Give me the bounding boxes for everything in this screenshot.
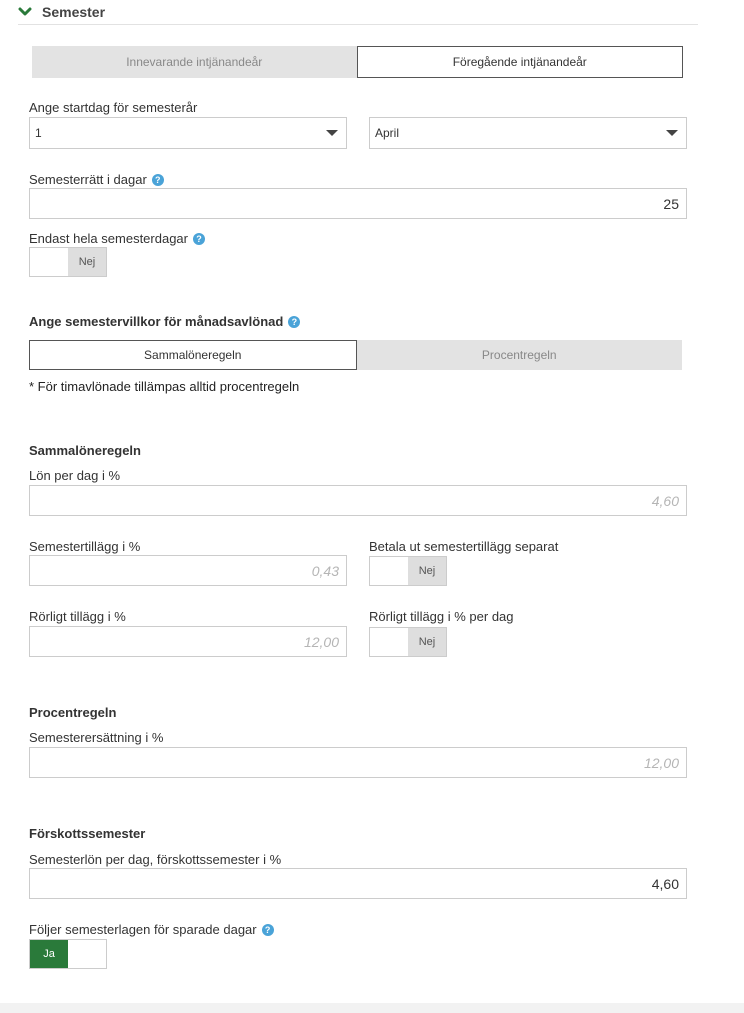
supplement-input[interactable]: 0,43 xyxy=(29,555,347,586)
vacation-days-label: Semesterrätt i dagar ? xyxy=(29,172,164,187)
help-circle-icon[interactable]: ? xyxy=(261,923,274,936)
vacation-days-input[interactable]: 25 xyxy=(29,188,687,219)
vacation-days-label-text: Semesterrätt i dagar xyxy=(29,172,147,187)
pay-per-day-label: Lön per dag i % xyxy=(29,468,121,483)
compensation-label: Semesterersättning i % xyxy=(29,730,164,745)
caret-down-icon xyxy=(666,130,678,136)
toggle-state: Ja xyxy=(30,940,68,968)
toggle-knob xyxy=(370,628,408,656)
procentregeln-heading: Procentregeln xyxy=(29,705,117,720)
start-month-value: April xyxy=(375,126,400,140)
tab-sammaloneregeln[interactable]: Sammalöneregeln xyxy=(29,340,357,370)
monthly-terms-label: Ange semestervillkor för månadsavlönad ? xyxy=(29,314,301,329)
pay-per-day-placeholder: 4,60 xyxy=(651,492,679,509)
help-circle-icon[interactable]: ? xyxy=(192,232,205,245)
caret-down-icon xyxy=(326,130,338,136)
variable-placeholder: 12,00 xyxy=(303,633,339,650)
start-day-label: Ange startdag för semesterår xyxy=(29,100,198,115)
whole-days-label: Endast hela semesterdagar ? xyxy=(29,231,205,246)
forskott-pay-label: Semesterlön per dag, förskottssemester i… xyxy=(29,852,282,867)
monthly-terms-label-text: Ange semestervillkor för månadsavlönad xyxy=(29,314,284,329)
whole-days-label-text: Endast hela semesterdagar xyxy=(29,231,188,246)
supplement-label: Semestertillägg i % xyxy=(29,539,141,554)
whole-days-toggle[interactable]: Nej xyxy=(29,247,107,277)
tab-previous-period[interactable]: Föregående intjänandeår xyxy=(356,46,683,78)
pay-separately-label: Betala ut semestertillägg separat xyxy=(369,539,559,554)
start-month-select[interactable]: April xyxy=(369,117,687,149)
section-title: Semester xyxy=(42,4,106,20)
saved-days-label-text: Följer semesterlagen för sparade dagar xyxy=(29,922,257,937)
toggle-knob xyxy=(370,557,408,585)
forskott-pay-value: 4,60 xyxy=(651,875,679,892)
tab-current-period[interactable]: Innevarande intjänandeår xyxy=(32,46,357,78)
hourly-note: * För timavlönade tillämpas alltid proce… xyxy=(29,379,300,394)
pay-separately-toggle[interactable]: Nej xyxy=(369,556,447,586)
forskott-heading: Förskottssemester xyxy=(29,826,146,841)
period-tabs: Innevarande intjänandeår Föregående intj… xyxy=(32,46,683,78)
pay-per-day-input[interactable]: 4,60 xyxy=(29,485,687,516)
variable-per-day-label: Rörligt tillägg i % per dag xyxy=(369,609,514,624)
vacation-days-value: 25 xyxy=(663,195,679,212)
variable-label: Rörligt tillägg i % xyxy=(29,609,126,624)
compensation-placeholder: 12,00 xyxy=(643,754,679,771)
tab-procentregeln[interactable]: Procentregeln xyxy=(356,340,682,370)
variable-input[interactable]: 12,00 xyxy=(29,626,347,657)
start-day-select[interactable]: 1 xyxy=(29,117,347,149)
section-header-semester[interactable]: Semester xyxy=(18,0,698,25)
toggle-state: Nej xyxy=(408,628,446,656)
chevron-down-icon xyxy=(18,7,32,16)
saved-days-toggle[interactable]: Ja xyxy=(29,939,107,969)
toggle-state: Nej xyxy=(68,248,106,276)
saved-days-label: Följer semesterlagen för sparade dagar ? xyxy=(29,922,274,937)
compensation-input[interactable]: 12,00 xyxy=(29,747,687,778)
toggle-state: Nej xyxy=(408,557,446,585)
supplement-placeholder: 0,43 xyxy=(311,562,339,579)
toggle-knob xyxy=(30,248,68,276)
variable-per-day-toggle[interactable]: Nej xyxy=(369,627,447,657)
help-circle-icon[interactable]: ? xyxy=(288,315,301,328)
sammaloneregeln-heading: Sammalöneregeln xyxy=(29,443,141,458)
monthly-terms-tabs: Sammalöneregeln Procentregeln xyxy=(29,340,682,370)
start-day-value: 1 xyxy=(35,126,42,140)
help-circle-icon[interactable]: ? xyxy=(151,173,164,186)
page-footer-band xyxy=(0,1003,744,1013)
forskott-pay-input[interactable]: 4,60 xyxy=(29,868,687,899)
toggle-knob xyxy=(68,940,106,968)
